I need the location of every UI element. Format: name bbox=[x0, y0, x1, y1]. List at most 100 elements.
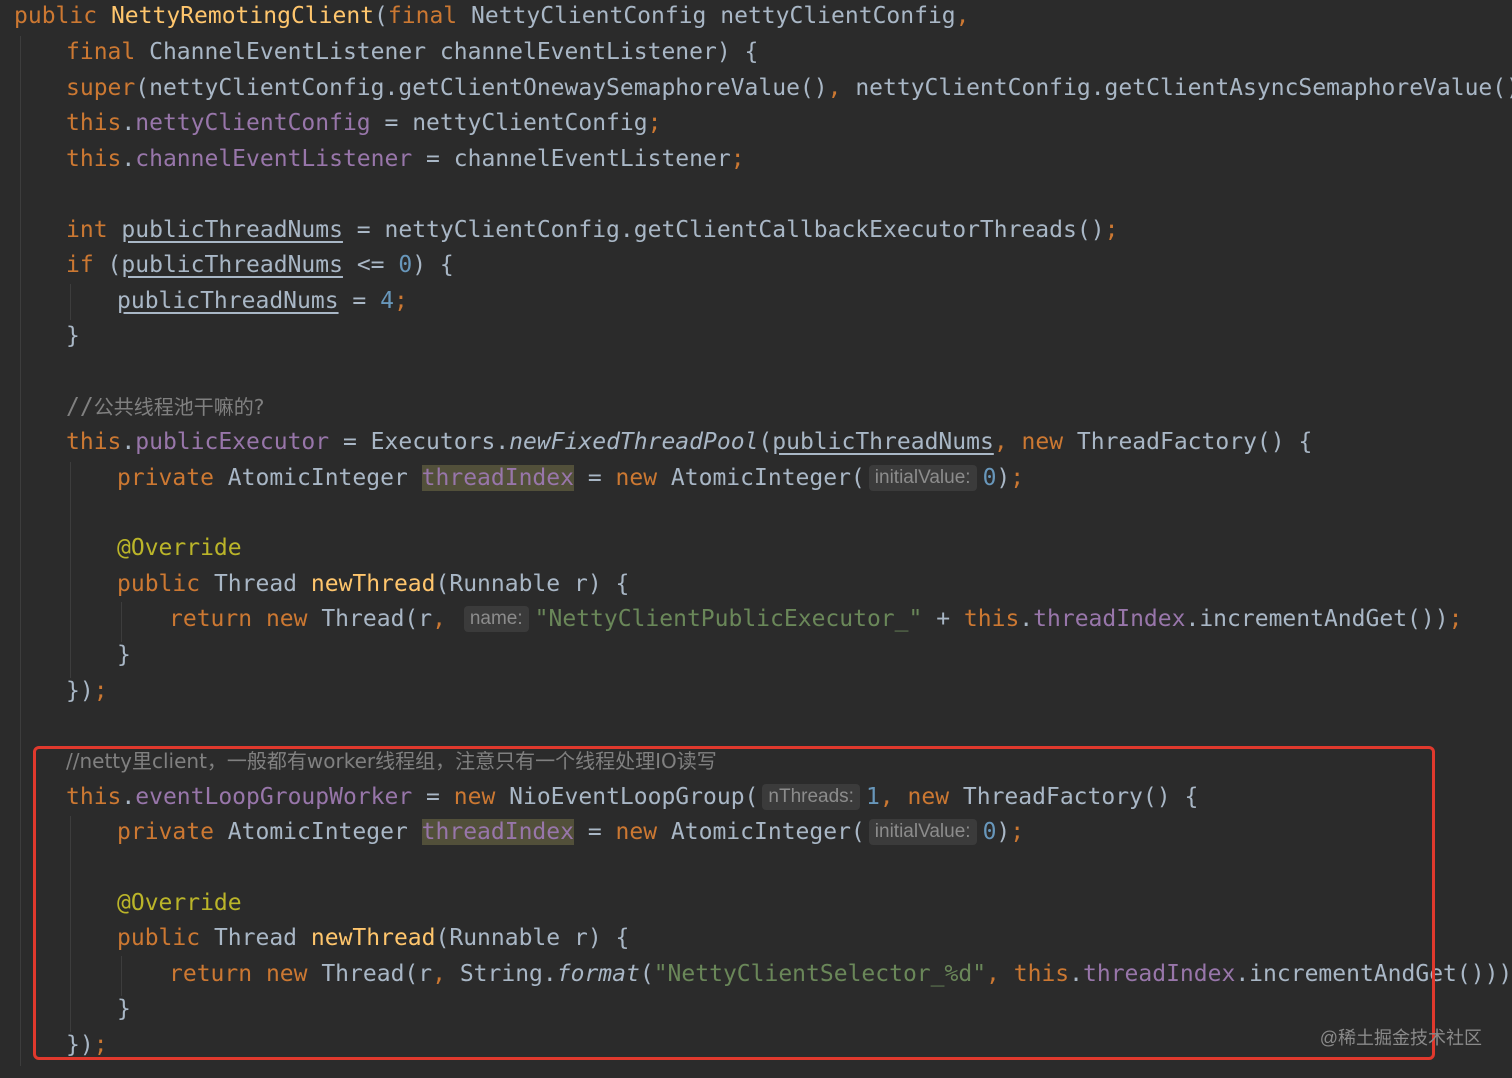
variable: publicThreadNums bbox=[117, 288, 339, 314]
code-line[interactable]: } bbox=[66, 318, 80, 354]
code-line[interactable]: public Thread newThread(Runnable r) { bbox=[117, 566, 629, 602]
keyword: this bbox=[963, 606, 1020, 632]
code-text: = nettyClientConfig bbox=[370, 110, 648, 136]
variable: publicThreadNums bbox=[121, 252, 343, 278]
keyword: final bbox=[66, 39, 150, 65]
keyword: new bbox=[1021, 429, 1077, 455]
punctuation: , bbox=[432, 606, 460, 632]
operator: = bbox=[338, 288, 381, 314]
dot: . bbox=[121, 429, 136, 455]
indent-guide bbox=[20, 36, 21, 1066]
punctuation: , bbox=[955, 3, 970, 29]
code-line[interactable]: this.publicExecutor = Executors.newFixed… bbox=[66, 424, 1312, 460]
code-text: ) bbox=[996, 465, 1011, 491]
code-text: = Executors. bbox=[329, 429, 510, 455]
field-name: publicExecutor bbox=[135, 429, 330, 455]
keyword: new bbox=[615, 465, 671, 491]
punctuation: ; bbox=[730, 146, 745, 172]
keyword: new bbox=[265, 606, 322, 632]
code-line[interactable]: this.channelEventListener = channelEvent… bbox=[66, 141, 745, 177]
code-text: ChannelEventListener channelEventListene… bbox=[149, 39, 759, 65]
code-text: ThreadFactory() { bbox=[1076, 429, 1313, 455]
number-literal: 4 bbox=[380, 288, 394, 314]
code-line[interactable]: //公共线程池干嘛的? bbox=[66, 389, 264, 425]
punctuation: ; bbox=[93, 678, 108, 704]
brace: }) bbox=[66, 678, 94, 704]
code-line[interactable]: final ChannelEventListener channelEventL… bbox=[66, 34, 758, 70]
punctuation: , bbox=[827, 75, 856, 101]
dot: . bbox=[1019, 606, 1034, 632]
annotation: @Override bbox=[117, 535, 242, 561]
brace: } bbox=[66, 323, 80, 349]
keyword: private bbox=[117, 465, 228, 491]
comment: // bbox=[66, 394, 94, 420]
code-line[interactable]: super(nettyClientConfig.getClientOnewayS… bbox=[66, 70, 1512, 106]
code-text: nettyClientConfig.getClientAsyncSemaphor… bbox=[855, 75, 1512, 101]
number-literal: 0 bbox=[398, 252, 413, 278]
number-literal: 0 bbox=[982, 465, 997, 491]
code-line[interactable]: int publicThreadNums = nettyClientConfig… bbox=[66, 212, 1118, 248]
keyword: if bbox=[66, 252, 108, 278]
comment: 公共线程池干嘛的? bbox=[93, 395, 265, 419]
constructor-name: NettyRemotingClient bbox=[110, 3, 375, 29]
keyword: super bbox=[66, 75, 136, 101]
punctuation: ; bbox=[1010, 465, 1025, 491]
code-text: AtomicInteger( bbox=[670, 465, 865, 491]
highlight-box bbox=[33, 746, 1435, 1060]
string-literal: "NettyClientPublicExecutor_" bbox=[534, 606, 923, 632]
method-name: newThread bbox=[310, 571, 436, 597]
indent-guide bbox=[70, 284, 71, 320]
code-line[interactable]: return new Thread(r, name: "NettyClientPu… bbox=[169, 601, 1462, 637]
code-editor[interactable]: public NettyRemotingClient(final NettyCl… bbox=[0, 0, 1512, 1078]
operator: + bbox=[922, 606, 964, 632]
punctuation: ; bbox=[647, 110, 662, 136]
code-text: Thread(r bbox=[321, 606, 433, 632]
type-name: Thread bbox=[213, 571, 311, 597]
code-line[interactable]: if (publicThreadNums <= 0) { bbox=[66, 247, 454, 283]
code-line[interactable]: } bbox=[117, 637, 131, 673]
paren: ( bbox=[374, 3, 388, 29]
code-text: .incrementAndGet()) bbox=[1185, 606, 1449, 632]
parameter-hint: name: bbox=[463, 606, 529, 632]
code-line[interactable]: this.nettyClientConfig = nettyClientConf… bbox=[66, 105, 661, 141]
keyword: this bbox=[66, 146, 122, 172]
field-name: nettyClientConfig bbox=[135, 110, 371, 136]
code-text: (Runnable r) { bbox=[435, 571, 630, 597]
brace: } bbox=[117, 642, 131, 668]
keyword: return bbox=[169, 606, 266, 632]
field-name: threadIndex bbox=[1033, 606, 1186, 632]
variable: publicThreadNums bbox=[772, 429, 994, 455]
keyword: public bbox=[117, 571, 214, 597]
dot: . bbox=[121, 110, 136, 136]
code-line[interactable]: }); bbox=[66, 673, 108, 709]
keyword: this bbox=[66, 429, 122, 455]
punctuation: ; bbox=[1104, 217, 1119, 243]
variable: publicThreadNums bbox=[121, 217, 343, 243]
keyword: final bbox=[387, 3, 471, 29]
keyword: this bbox=[66, 110, 122, 136]
code-line[interactable]: private AtomicInteger threadIndex = new … bbox=[117, 460, 1024, 496]
punctuation: ; bbox=[393, 288, 408, 314]
code-text: = channelEventListener bbox=[412, 146, 731, 172]
field-name: channelEventListener bbox=[135, 146, 413, 172]
code-line[interactable]: @Override bbox=[117, 530, 242, 566]
operator: = bbox=[573, 465, 616, 491]
code-text: = nettyClientConfig.getClientCallbackExe… bbox=[342, 217, 1105, 243]
keyword: public bbox=[14, 3, 111, 29]
paren: ( bbox=[758, 429, 773, 455]
punctuation: ; bbox=[1448, 606, 1463, 632]
static-method: newFixedThreadPool bbox=[509, 429, 759, 455]
type-name: AtomicInteger bbox=[227, 465, 422, 491]
operator: <= bbox=[342, 252, 399, 278]
indent-guide bbox=[121, 602, 122, 642]
paren: ( bbox=[107, 252, 122, 278]
code-text: ) { bbox=[412, 252, 454, 278]
keyword: int bbox=[66, 217, 122, 243]
watermark: @稀土掘金技术社区 bbox=[1319, 1028, 1482, 1048]
code-text: (nettyClientConfig.getClientOnewaySemaph… bbox=[135, 75, 828, 101]
code-text: NettyClientConfig nettyClientConfig bbox=[471, 3, 956, 29]
code-line[interactable]: publicThreadNums = 4; bbox=[117, 283, 408, 319]
code-line[interactable]: public NettyRemotingClient(final NettyCl… bbox=[14, 0, 970, 34]
parameter-hint: initialValue: bbox=[868, 465, 977, 491]
punctuation: , bbox=[993, 429, 1022, 455]
